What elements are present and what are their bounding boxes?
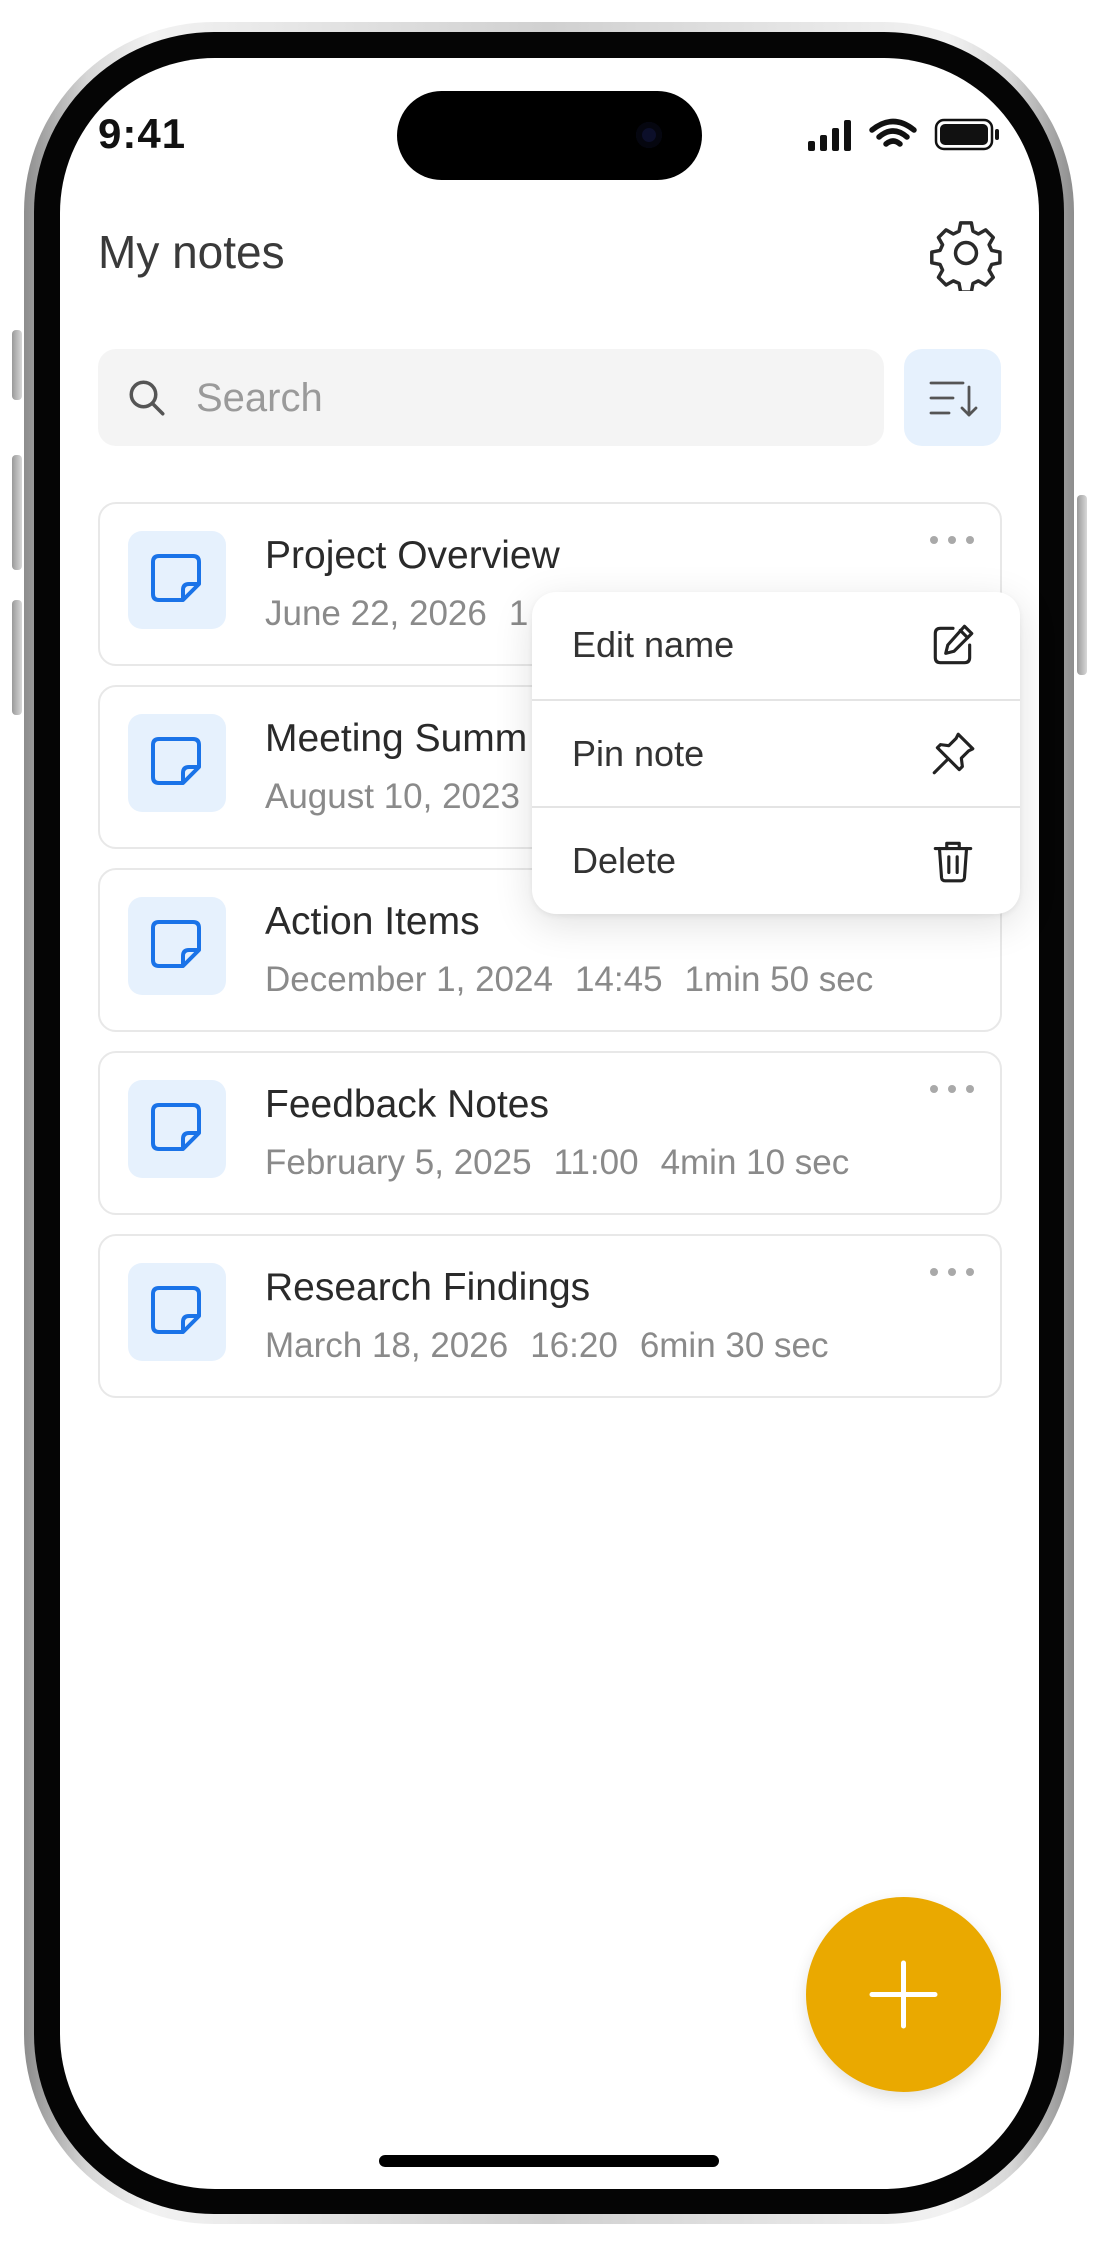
note-date: June 22, 2026 — [265, 594, 487, 633]
search-icon — [129, 380, 165, 416]
note-time: 11:00 — [553, 1143, 639, 1182]
add-note-button[interactable] — [806, 1897, 1001, 2092]
note-date: March 18, 2026 — [265, 1326, 509, 1365]
note-title: Research Findings — [265, 1266, 591, 1309]
volume-up-button — [12, 455, 22, 570]
home-indicator[interactable] — [379, 2155, 719, 2167]
note-duration: 6min 30 sec — [639, 1326, 829, 1365]
search-input[interactable] — [194, 349, 858, 448]
status-time: 9:41 — [98, 110, 187, 157]
note-time: 1 — [508, 594, 529, 633]
volume-down-button — [12, 600, 22, 715]
menu-item-label: Edit name — [572, 624, 735, 665]
note-duration: 1min 50 sec — [684, 960, 874, 999]
menu-item-pin-note[interactable]: Pin note — [532, 699, 1020, 808]
note-card[interactable]: Feedback Notes February 5, 2025 11:00 4min… — [98, 1051, 1002, 1215]
note-icon-container — [128, 1263, 226, 1361]
more-options-icon[interactable] — [928, 1256, 978, 1286]
menu-item-label: Delete — [572, 840, 677, 881]
note-meta: February 5, 2025 11:00 4min 10 sec — [265, 1143, 871, 1183]
trash-icon — [933, 841, 973, 883]
more-options-icon[interactable] — [928, 1073, 978, 1103]
note-icon-container — [128, 897, 226, 995]
note-icon-container — [128, 531, 226, 629]
note-meta: December 1, 2024 14:45 1min 50 sec — [265, 960, 895, 1000]
menu-item-label: Pin note — [572, 733, 705, 774]
note-card[interactable]: Research Findings March 18, 2026 16:20 6mi… — [98, 1234, 1002, 1398]
note-duration: 4min 10 sec — [660, 1143, 850, 1182]
note-time: 14:45 — [574, 960, 663, 999]
settings-gear-icon[interactable] — [928, 215, 1004, 291]
note-icon-container — [128, 1080, 226, 1178]
note-icon-container — [128, 714, 226, 812]
sort-icon — [929, 381, 978, 417]
note-date: February 5, 2025 — [265, 1143, 532, 1182]
search-bar[interactable] — [98, 349, 884, 448]
battery-icon — [934, 118, 999, 151]
note-context-menu: Edit name Pin note Delete — [532, 592, 1020, 914]
menu-item-delete[interactable]: Delete — [532, 806, 1020, 915]
cellular-signal-icon — [808, 120, 851, 151]
note-icon — [151, 1286, 201, 1334]
edit-icon — [933, 624, 974, 665]
menu-item-edit-name[interactable]: Edit name — [532, 592, 1020, 699]
note-icon — [151, 1103, 201, 1151]
front-camera — [636, 122, 662, 148]
page-title: My notes — [98, 226, 285, 278]
note-title: Meeting Summ — [265, 717, 528, 760]
note-meta: March 18, 2026 16:20 6min 30 sec — [265, 1326, 851, 1366]
note-time: 16:20 — [530, 1326, 618, 1365]
note-icon — [151, 554, 201, 602]
sort-button[interactable] — [904, 349, 1001, 446]
note-title: Action Items — [265, 900, 480, 943]
plus-icon — [869, 1960, 938, 2029]
note-date: December 1, 2024 — [265, 960, 553, 999]
power-button — [1077, 495, 1087, 675]
note-title: Feedback Notes — [265, 1083, 549, 1126]
note-meta: June 22, 2026 1 — [265, 594, 572, 634]
note-date: August 10, 2023 — [265, 777, 520, 816]
status-icons — [808, 118, 999, 151]
action-button — [12, 330, 22, 400]
note-icon — [151, 920, 201, 968]
wifi-icon — [869, 118, 917, 147]
note-icon — [151, 737, 201, 785]
note-title: Project Overview — [265, 534, 560, 577]
more-options-icon[interactable] — [928, 524, 978, 554]
pin-icon — [932, 732, 975, 775]
